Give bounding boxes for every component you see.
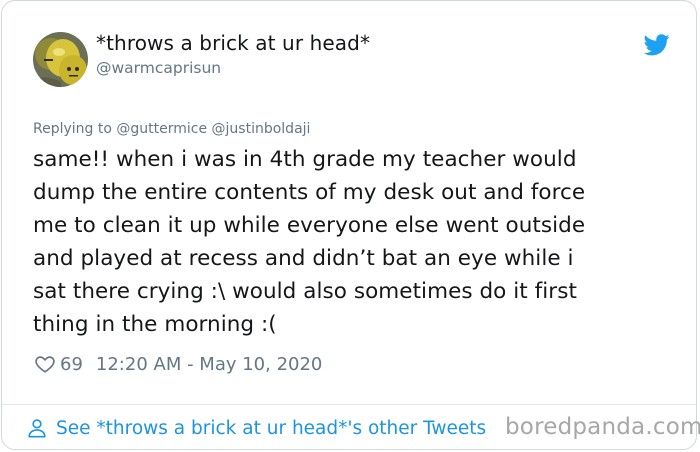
watermark: boredpanda.com [505,414,700,440]
tweet-meta: 69 12:20 AM - May 10, 2020 [34,351,322,377]
divider [2,404,696,405]
tweet-text: same!! when i was in 4th grade my teache… [33,147,586,337]
heart-outline-icon[interactable] [34,353,56,375]
tweet-card: *throws a brick at ur head* @warmcaprisu… [1,0,697,450]
user-handle[interactable]: @warmcaprisun [96,59,221,77]
see-other-tweets-label[interactable]: See *throws a brick at ur head*'s other … [56,418,486,439]
avatar[interactable] [33,32,88,87]
person-outline-icon [28,419,46,438]
display-name[interactable]: *throws a brick at ur head* [96,31,370,55]
twitter-bird-icon[interactable] [644,34,670,56]
like-count[interactable]: 69 [60,354,83,375]
see-other-tweets-link[interactable]: See *throws a brick at ur head*'s other … [26,414,486,442]
tweet-timestamp[interactable]: 12:20 AM - May 10, 2020 [96,354,322,375]
replying-to[interactable]: Replying to @guttermice @justinboldaji [33,121,310,137]
avatar-image [33,32,88,87]
